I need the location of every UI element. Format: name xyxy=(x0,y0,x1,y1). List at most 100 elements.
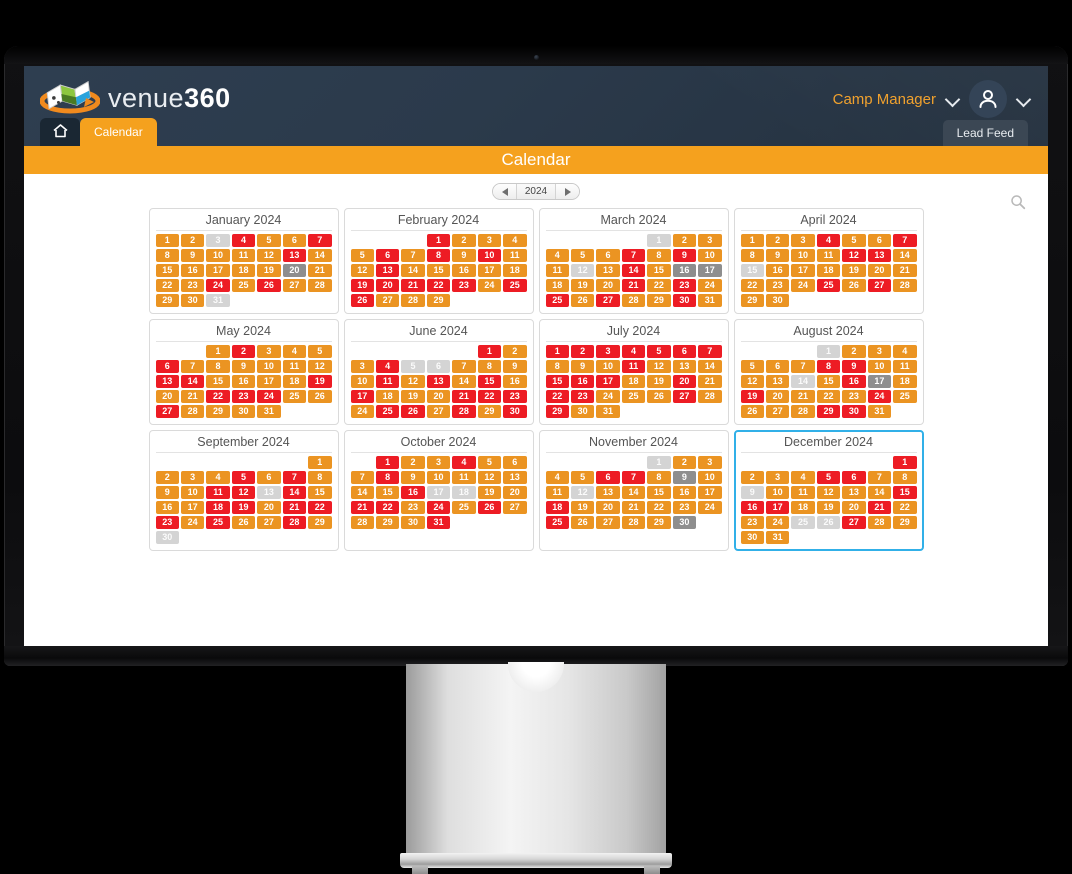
day-cell[interactable]: 19 xyxy=(350,279,374,292)
day-cell[interactable]: 14 xyxy=(621,264,646,277)
day-cell[interactable]: 20 xyxy=(282,264,307,277)
day-cell[interactable]: 24 xyxy=(596,390,620,403)
day-cell[interactable]: 28 xyxy=(621,294,646,307)
day-cell[interactable]: 21 xyxy=(791,390,815,403)
day-cell[interactable]: 13 xyxy=(426,375,451,388)
day-cell[interactable]: 29 xyxy=(206,405,230,418)
day-cell[interactable]: 7 xyxy=(621,249,646,262)
day-cell[interactable]: 3 xyxy=(477,234,502,247)
day-cell[interactable]: 18 xyxy=(452,486,476,499)
day-cell[interactable]: 5 xyxy=(257,234,281,247)
day-cell[interactable]: 8 xyxy=(740,249,764,262)
day-cell[interactable]: 16 xyxy=(401,486,425,499)
month-card[interactable]: February 2024 1 2 3 4 5 6 7 8 9 10 11 12 13 14 15 16 17 18… xyxy=(343,208,534,314)
day-cell[interactable]: 15 xyxy=(477,375,502,388)
day-cell[interactable]: 1 xyxy=(308,456,332,469)
day-cell[interactable]: 1 xyxy=(647,234,671,247)
day-cell[interactable]: 12 xyxy=(477,471,502,484)
day-cell[interactable]: 3 xyxy=(765,471,790,484)
day-cell[interactable]: 18 xyxy=(231,264,256,277)
day-cell[interactable]: 19 xyxy=(570,279,595,292)
day-cell[interactable]: 21 xyxy=(180,390,205,403)
day-cell[interactable]: 25 xyxy=(503,279,527,292)
day-cell[interactable]: 30 xyxy=(842,405,866,418)
day-cell[interactable]: 7 xyxy=(893,234,917,247)
day-cell[interactable]: 23 xyxy=(180,279,205,292)
day-cell[interactable]: 19 xyxy=(842,264,866,277)
day-cell[interactable]: 21 xyxy=(893,264,917,277)
day-cell[interactable]: 11 xyxy=(231,249,256,262)
day-cell[interactable]: 22 xyxy=(893,501,917,514)
day-cell[interactable]: 22 xyxy=(647,501,671,514)
day-cell[interactable]: 4 xyxy=(375,360,400,373)
day-cell[interactable]: 18 xyxy=(206,501,230,514)
day-cell[interactable]: 12 xyxy=(816,486,841,499)
month-card[interactable]: October 2024 1 2 3 4 5 6 7 8 9 10 11 12 13 14 15 16 17 18 1… xyxy=(343,430,534,551)
day-cell[interactable]: 30 xyxy=(231,405,256,418)
day-cell[interactable]: 1 xyxy=(477,345,502,358)
day-cell[interactable]: 19 xyxy=(816,501,841,514)
day-cell[interactable]: 27 xyxy=(282,279,307,292)
day-cell[interactable]: 31 xyxy=(596,405,620,418)
day-cell[interactable]: 14 xyxy=(308,249,332,262)
day-cell[interactable]: 20 xyxy=(842,501,866,514)
day-cell[interactable]: 29 xyxy=(545,405,569,418)
day-cell[interactable]: 7 xyxy=(401,249,425,262)
day-cell[interactable]: 10 xyxy=(698,249,722,262)
day-cell[interactable]: 26 xyxy=(816,516,841,529)
day-cell[interactable]: 19 xyxy=(231,501,256,514)
day-cell[interactable]: 31 xyxy=(765,531,790,544)
day-cell[interactable]: 20 xyxy=(426,390,451,403)
day-cell[interactable]: 28 xyxy=(791,405,815,418)
day-cell[interactable]: 30 xyxy=(672,516,697,529)
day-cell[interactable]: 1 xyxy=(647,456,671,469)
day-cell[interactable]: 23 xyxy=(570,390,595,403)
day-cell[interactable]: 28 xyxy=(401,294,425,307)
day-cell[interactable]: 13 xyxy=(282,249,307,262)
day-cell[interactable]: 9 xyxy=(155,486,179,499)
day-cell[interactable]: 28 xyxy=(621,516,646,529)
day-cell[interactable]: 1 xyxy=(206,345,230,358)
day-cell[interactable]: 2 xyxy=(842,345,866,358)
day-cell[interactable]: 22 xyxy=(545,390,569,403)
day-cell[interactable]: 15 xyxy=(426,264,451,277)
day-cell[interactable]: 10 xyxy=(206,249,230,262)
day-cell[interactable]: 13 xyxy=(765,375,790,388)
month-card[interactable]: January 2024 1 2 3 4 5 6 7 8 9 10 11 12 13 14 15 16 17 18 1… xyxy=(148,208,339,314)
day-cell[interactable]: 24 xyxy=(180,516,205,529)
day-cell[interactable]: 26 xyxy=(842,279,866,292)
day-cell[interactable]: 16 xyxy=(672,486,697,499)
day-cell[interactable]: 9 xyxy=(570,360,595,373)
day-cell[interactable]: 21 xyxy=(350,501,374,514)
day-cell[interactable]: 24 xyxy=(477,279,502,292)
day-cell[interactable]: 17 xyxy=(698,486,722,499)
day-cell[interactable]: 27 xyxy=(426,405,451,418)
day-cell[interactable]: 26 xyxy=(308,390,332,403)
day-cell[interactable]: 24 xyxy=(867,390,892,403)
day-cell[interactable]: 8 xyxy=(375,471,400,484)
day-cell[interactable]: 4 xyxy=(503,234,527,247)
day-cell[interactable]: 18 xyxy=(375,390,400,403)
day-cell[interactable]: 13 xyxy=(596,264,620,277)
day-cell[interactable]: 15 xyxy=(206,375,230,388)
day-cell[interactable]: 5 xyxy=(647,345,671,358)
day-cell[interactable]: 3 xyxy=(426,456,451,469)
day-cell[interactable]: 25 xyxy=(545,516,569,529)
day-cell[interactable]: 26 xyxy=(257,279,281,292)
day-cell[interactable]: 15 xyxy=(816,375,841,388)
day-cell[interactable]: 11 xyxy=(545,486,569,499)
day-cell[interactable]: 4 xyxy=(282,345,307,358)
day-cell[interactable]: 9 xyxy=(740,486,764,499)
day-cell[interactable]: 14 xyxy=(282,486,307,499)
year-prev-button[interactable] xyxy=(493,184,516,199)
day-cell[interactable]: 5 xyxy=(570,249,595,262)
day-cell[interactable]: 5 xyxy=(401,360,425,373)
day-cell[interactable]: 26 xyxy=(350,294,374,307)
day-cell[interactable]: 6 xyxy=(596,471,620,484)
day-cell[interactable]: 3 xyxy=(698,456,722,469)
day-cell[interactable]: 24 xyxy=(257,390,281,403)
day-cell[interactable]: 23 xyxy=(672,501,697,514)
day-cell[interactable]: 20 xyxy=(596,279,620,292)
day-cell[interactable]: 15 xyxy=(375,486,400,499)
day-cell[interactable]: 18 xyxy=(545,279,569,292)
